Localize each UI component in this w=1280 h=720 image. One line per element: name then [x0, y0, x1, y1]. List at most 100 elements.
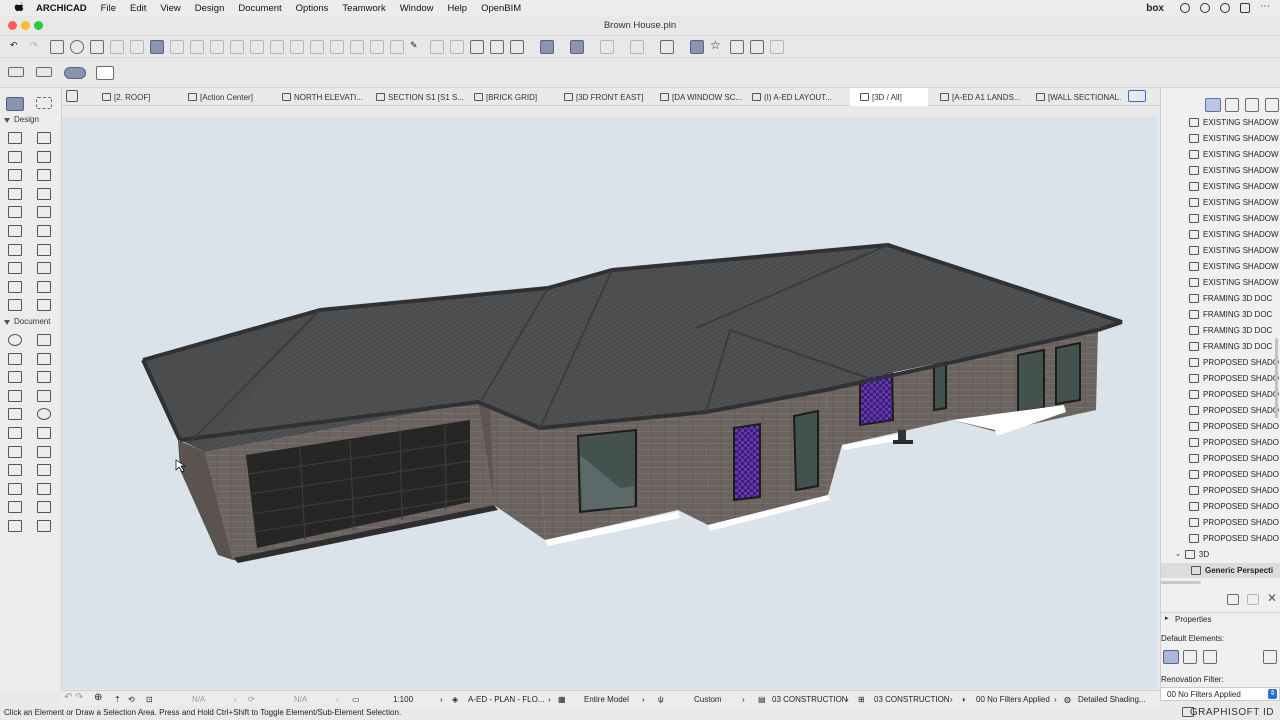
window-bay-left[interactable]: [733, 422, 761, 502]
level-dimension-tool-icon[interactable]: [37, 334, 51, 346]
nav-item[interactable]: PROPOSED SHADO: [1189, 499, 1279, 513]
nav-item[interactable]: FRAMING 3D DOC: [1189, 307, 1279, 321]
window-wing-double[interactable]: [1017, 348, 1045, 414]
new-view-icon[interactable]: [1227, 594, 1239, 605]
mirror-icon[interactable]: [210, 40, 224, 54]
zoom-icon[interactable]: ⊕: [94, 692, 102, 703]
redo-icon[interactable]: ↷: [30, 40, 44, 54]
view-eye-icon[interactable]: [660, 40, 674, 54]
shell-tool-icon[interactable]: [37, 169, 51, 182]
offset-icon[interactable]: [250, 40, 264, 54]
crop-icon[interactable]: [470, 40, 484, 54]
nav-item[interactable]: EXISTING SHADOW: [1189, 179, 1279, 193]
clone-view-icon[interactable]: [1247, 594, 1259, 605]
teamwork-icon[interactable]: [690, 40, 704, 54]
marquee-tool-icon[interactable]: [36, 97, 52, 109]
tab-brick-grid[interactable]: [BRICK GRID]: [474, 88, 560, 106]
drawing-tool-icon[interactable]: [37, 482, 51, 495]
default-wall-icon[interactable]: [1163, 650, 1179, 664]
figure-tool-icon[interactable]: [8, 482, 22, 495]
label-tool-icon[interactable]: [37, 352, 51, 365]
angle-dimension-tool-icon[interactable]: [8, 520, 22, 532]
more-icon[interactable]: ⋯: [1260, 2, 1270, 13]
nav-item[interactable]: EXISTING SHADOW: [1189, 227, 1279, 241]
tab-north-elevation[interactable]: NORTH ELEVATI...: [282, 88, 376, 106]
menu-document[interactable]: Document: [238, 3, 281, 14]
window-bay-right[interactable]: [792, 409, 819, 492]
tab-3d-all[interactable]: [3D / All]: [850, 88, 928, 106]
orbit-small-icon[interactable]: ⟲: [128, 695, 135, 704]
intersect-icon[interactable]: [350, 40, 364, 54]
object-tool-icon[interactable]: [8, 262, 22, 275]
nav-item[interactable]: FRAMING 3D DOC: [1189, 323, 1279, 337]
fillet-icon[interactable]: [370, 40, 384, 54]
wall-tool-icon[interactable]: [8, 132, 22, 144]
radial-dimension-tool-icon[interactable]: [37, 501, 51, 514]
zone-tool-icon[interactable]: [8, 280, 22, 293]
section-tool-icon[interactable]: [8, 427, 22, 439]
spline-tool-icon[interactable]: [8, 408, 22, 421]
bim-cloud-icon[interactable]: [750, 40, 764, 54]
nav-item[interactable]: EXISTING SHADOW: [1189, 211, 1279, 225]
eyedropper-icon[interactable]: ✎: [410, 40, 424, 54]
construction-value-1[interactable]: 03 CONSTRUCTION: [772, 695, 848, 704]
fit-window-icon[interactable]: ⊡: [146, 695, 153, 704]
detail-tool-icon[interactable]: [8, 464, 22, 477]
nav-horizontal-scrollbar[interactable]: [1161, 581, 1201, 584]
text-tool-icon[interactable]: [8, 352, 22, 365]
nav-item[interactable]: PROPOSED SHADO: [1189, 371, 1279, 385]
marquee-icon[interactable]: [36, 67, 52, 77]
scale-value[interactable]: 1:100: [393, 695, 413, 704]
box-brand[interactable]: box: [1146, 3, 1164, 14]
polyline-tool-icon[interactable]: [37, 389, 51, 402]
elevate-icon[interactable]: [230, 40, 244, 54]
fill-tool-icon[interactable]: [8, 371, 22, 384]
tab-overflow-icon[interactable]: [1128, 90, 1146, 102]
line-tool-icon[interactable]: [37, 371, 51, 384]
camera-tool-icon[interactable]: [8, 501, 22, 514]
drag-icon[interactable]: [170, 40, 184, 54]
properties-header[interactable]: ▸ Properties: [1161, 612, 1280, 624]
grid-tool-icon[interactable]: [37, 520, 51, 532]
window-tool-icon[interactable]: [37, 225, 51, 237]
wall-bay-left[interactable]: [678, 410, 708, 525]
pencil-box-icon[interactable]: [490, 40, 504, 54]
slab-tool-icon[interactable]: [37, 150, 51, 163]
document-section-header[interactable]: Document: [0, 317, 62, 329]
resize-icon[interactable]: [290, 40, 304, 54]
door-tool-icon[interactable]: [8, 225, 22, 237]
nav-item[interactable]: EXISTING SHADOW: [1189, 131, 1279, 145]
nav-item[interactable]: PROPOSED SHADO: [1189, 387, 1279, 401]
arc-icon[interactable]: [430, 40, 444, 54]
worksheet-tool-icon[interactable]: [37, 445, 51, 458]
trace-icon[interactable]: [150, 40, 164, 54]
split-icon[interactable]: [310, 40, 324, 54]
shortcut-icon[interactable]: [770, 40, 784, 54]
adjust-icon[interactable]: [330, 40, 344, 54]
default-stair-icon[interactable]: [1183, 650, 1197, 664]
pointer-icon[interactable]: [96, 66, 114, 80]
control-center-icon[interactable]: [1240, 3, 1250, 13]
nav-item[interactable]: PROPOSED SHADO: [1189, 467, 1279, 481]
menu-view[interactable]: View: [160, 3, 180, 14]
nav-item[interactable]: EXISTING SHADOW: [1189, 147, 1279, 161]
nav-item[interactable]: EXISTING SHADOW: [1189, 259, 1279, 273]
nav-item[interactable]: PROPOSED SHADO: [1189, 531, 1279, 545]
nav-item[interactable]: PROPOSED SHADO: [1189, 483, 1279, 497]
nav-item-generic-perspective[interactable]: Generic Perspecti: [1191, 563, 1280, 577]
default-extra-icon[interactable]: [1263, 650, 1277, 664]
corner-window-tool-icon[interactable]: [8, 299, 22, 312]
column-tool-icon[interactable]: [37, 132, 51, 144]
layer-combo-value[interactable]: A-ED - PLAN - FLO...: [468, 695, 544, 704]
menu-help[interactable]: Help: [448, 3, 468, 14]
lock-icon[interactable]: [630, 40, 644, 54]
undo-icon[interactable]: ↶: [10, 40, 24, 54]
nav-item[interactable]: PROPOSED SHADO: [1189, 515, 1279, 529]
layout-book-icon[interactable]: [1245, 98, 1259, 112]
publish-icon[interactable]: [730, 40, 744, 54]
menu-window[interactable]: Window: [400, 3, 434, 14]
project-map-icon[interactable]: [1205, 98, 1221, 112]
default-column-icon[interactable]: [1203, 650, 1217, 664]
nav-item[interactable]: PROPOSED SHADO: [1189, 403, 1279, 417]
group-icon[interactable]: [90, 40, 104, 54]
